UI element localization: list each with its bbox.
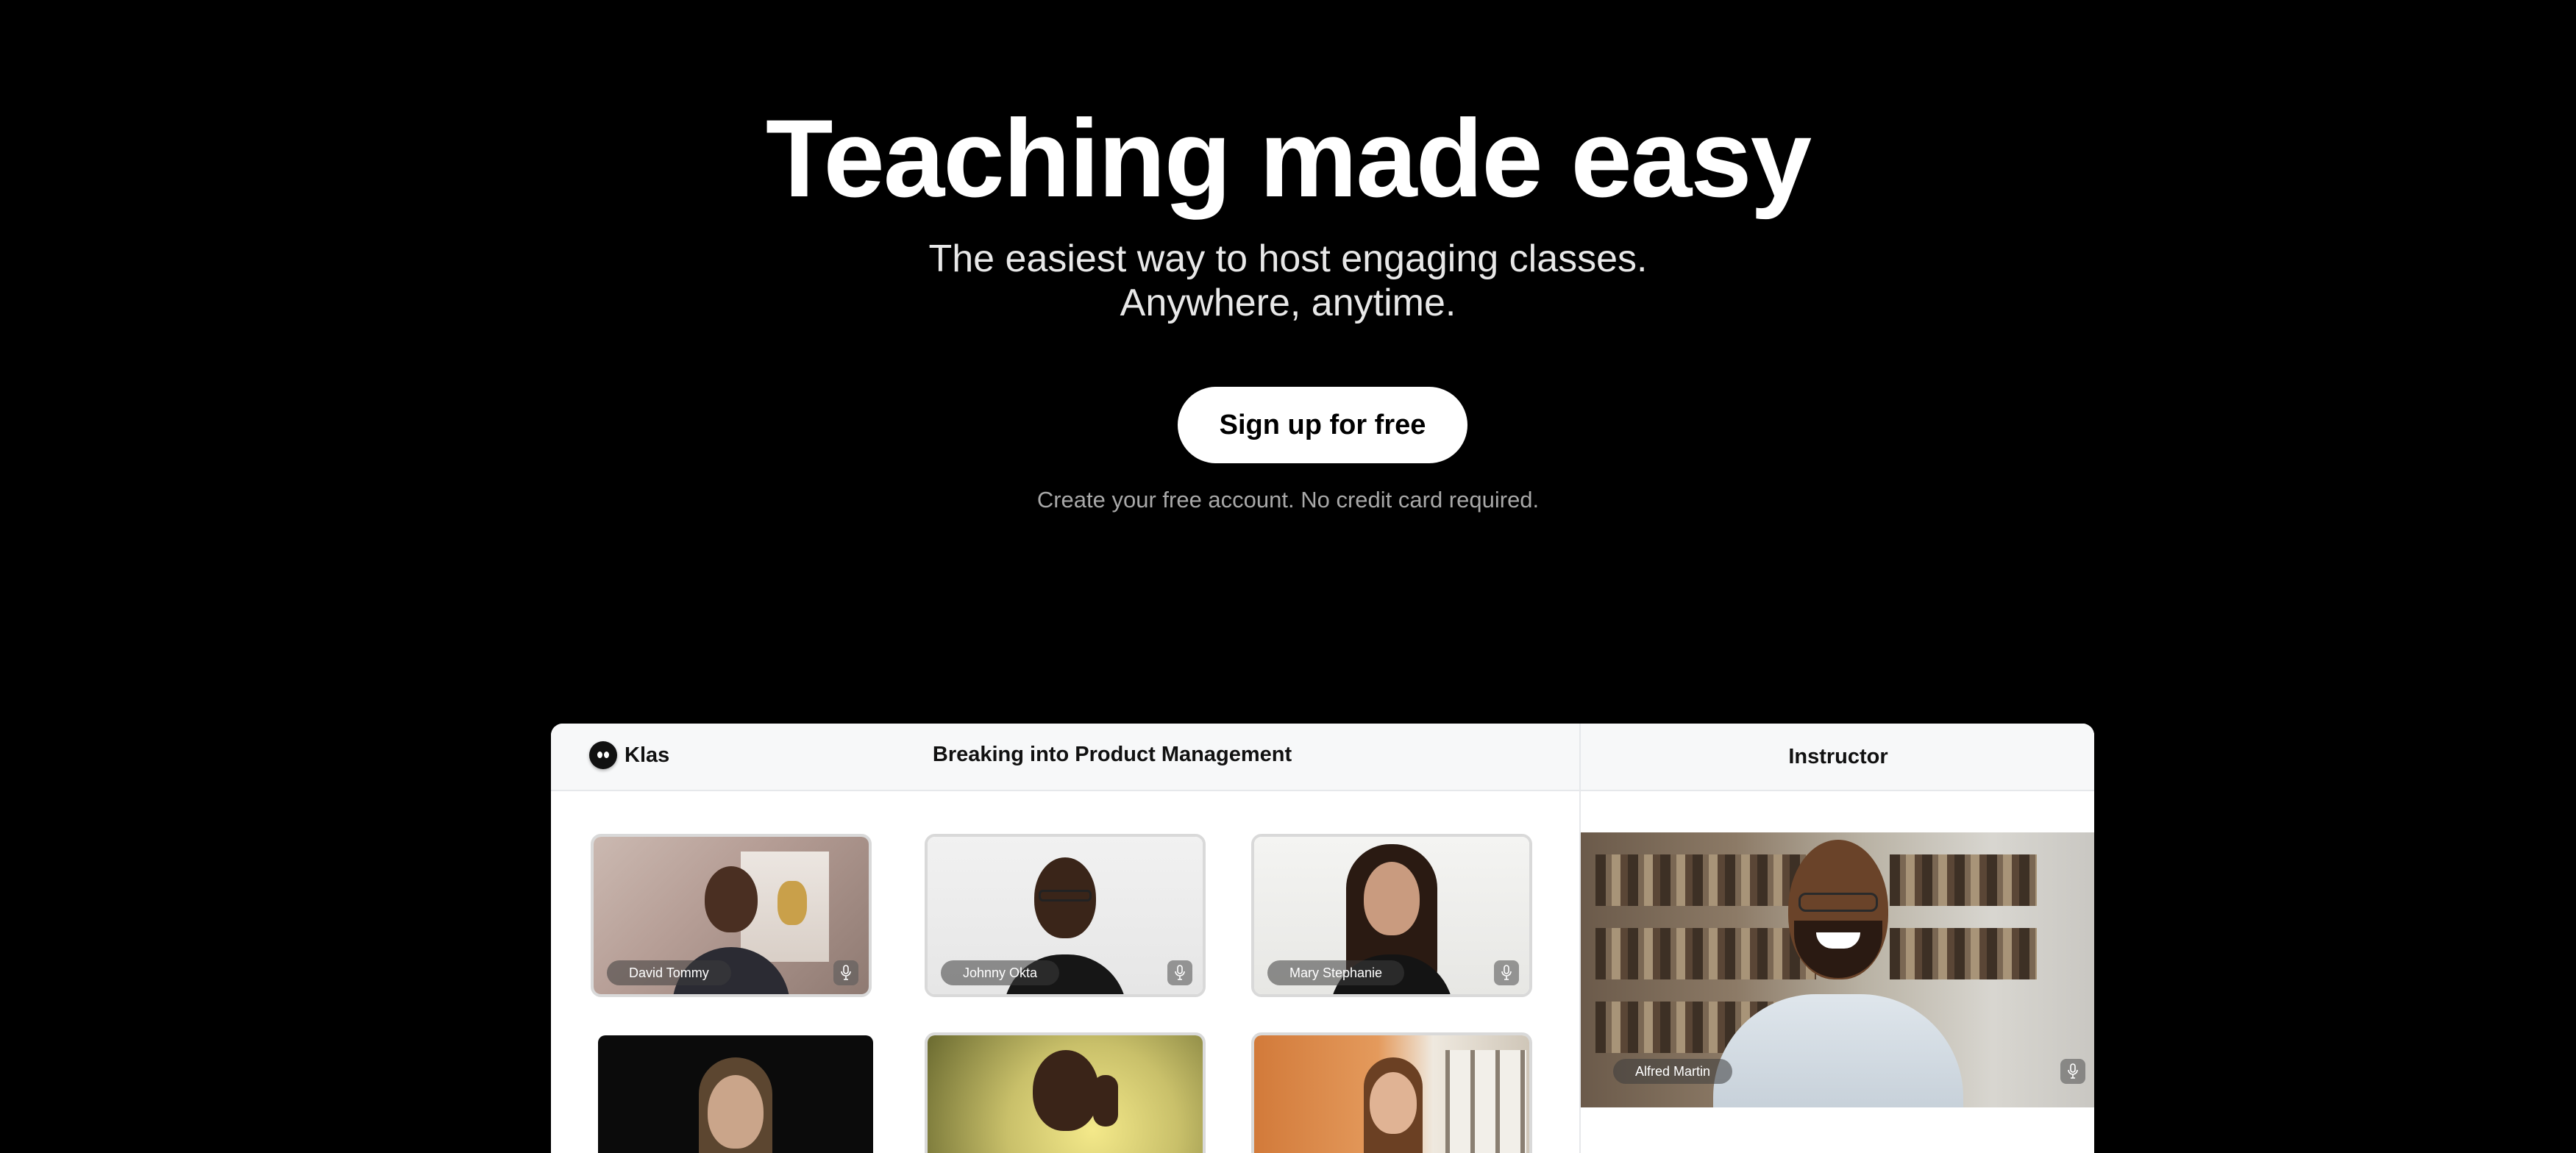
microphone-icon[interactable]: [1494, 960, 1519, 985]
microphone-icon[interactable]: [2060, 1059, 2085, 1084]
participant-name: Mary Stephanie: [1267, 960, 1405, 985]
instructor-portrait: [1706, 832, 1971, 1107]
microphone-icon[interactable]: [833, 960, 858, 985]
instructor-panel: Instructor Alfred Martin: [1579, 724, 2094, 1153]
landing-page: Teaching made easy The easiest way to ho…: [0, 0, 2576, 1153]
hero-subtitle-line-1: The easiest way to host engaging classes…: [928, 238, 1648, 280]
class-title: Breaking into Product Management: [932, 743, 1292, 766]
participant-portrait: [662, 1035, 809, 1153]
participant-tile-6[interactable]: [1251, 1032, 1532, 1153]
microphone-icon[interactable]: [1167, 960, 1192, 985]
participant-name: David Tommy: [607, 960, 731, 985]
participant-name: Johnny Okta: [941, 960, 1060, 985]
participant-tile-david[interactable]: David Tommy: [591, 834, 872, 997]
classroom-header: Klas Breaking into Product Management: [551, 724, 1579, 791]
classroom-app-preview: Klas Breaking into Product Management Da…: [551, 724, 2094, 1153]
participant-portrait: [1318, 1035, 1465, 1153]
hero-subtitle: The easiest way to host engaging classes…: [0, 237, 2576, 325]
instructor-video[interactable]: Alfred Martin: [1581, 832, 2094, 1107]
participant-tile-mary[interactable]: Mary Stephanie: [1251, 834, 1532, 997]
participant-tile-4[interactable]: [595, 1032, 876, 1153]
participant-tile-johnny[interactable]: Johnny Okta: [925, 834, 1206, 997]
cta-note: Create your free account. No credit card…: [1036, 487, 1540, 513]
instructor-header: Instructor: [1581, 724, 2094, 791]
participant-tile-5[interactable]: [925, 1032, 1206, 1153]
participant-portrait: [992, 1035, 1139, 1153]
sign-up-button[interactable]: Sign up for free: [1178, 387, 1467, 463]
hero-subtitle-line-2: Anywhere, anytime.: [1120, 282, 1456, 324]
instructor-name: Alfred Martin: [1613, 1059, 1733, 1084]
hero-title: Teaching made easy: [765, 96, 1812, 220]
